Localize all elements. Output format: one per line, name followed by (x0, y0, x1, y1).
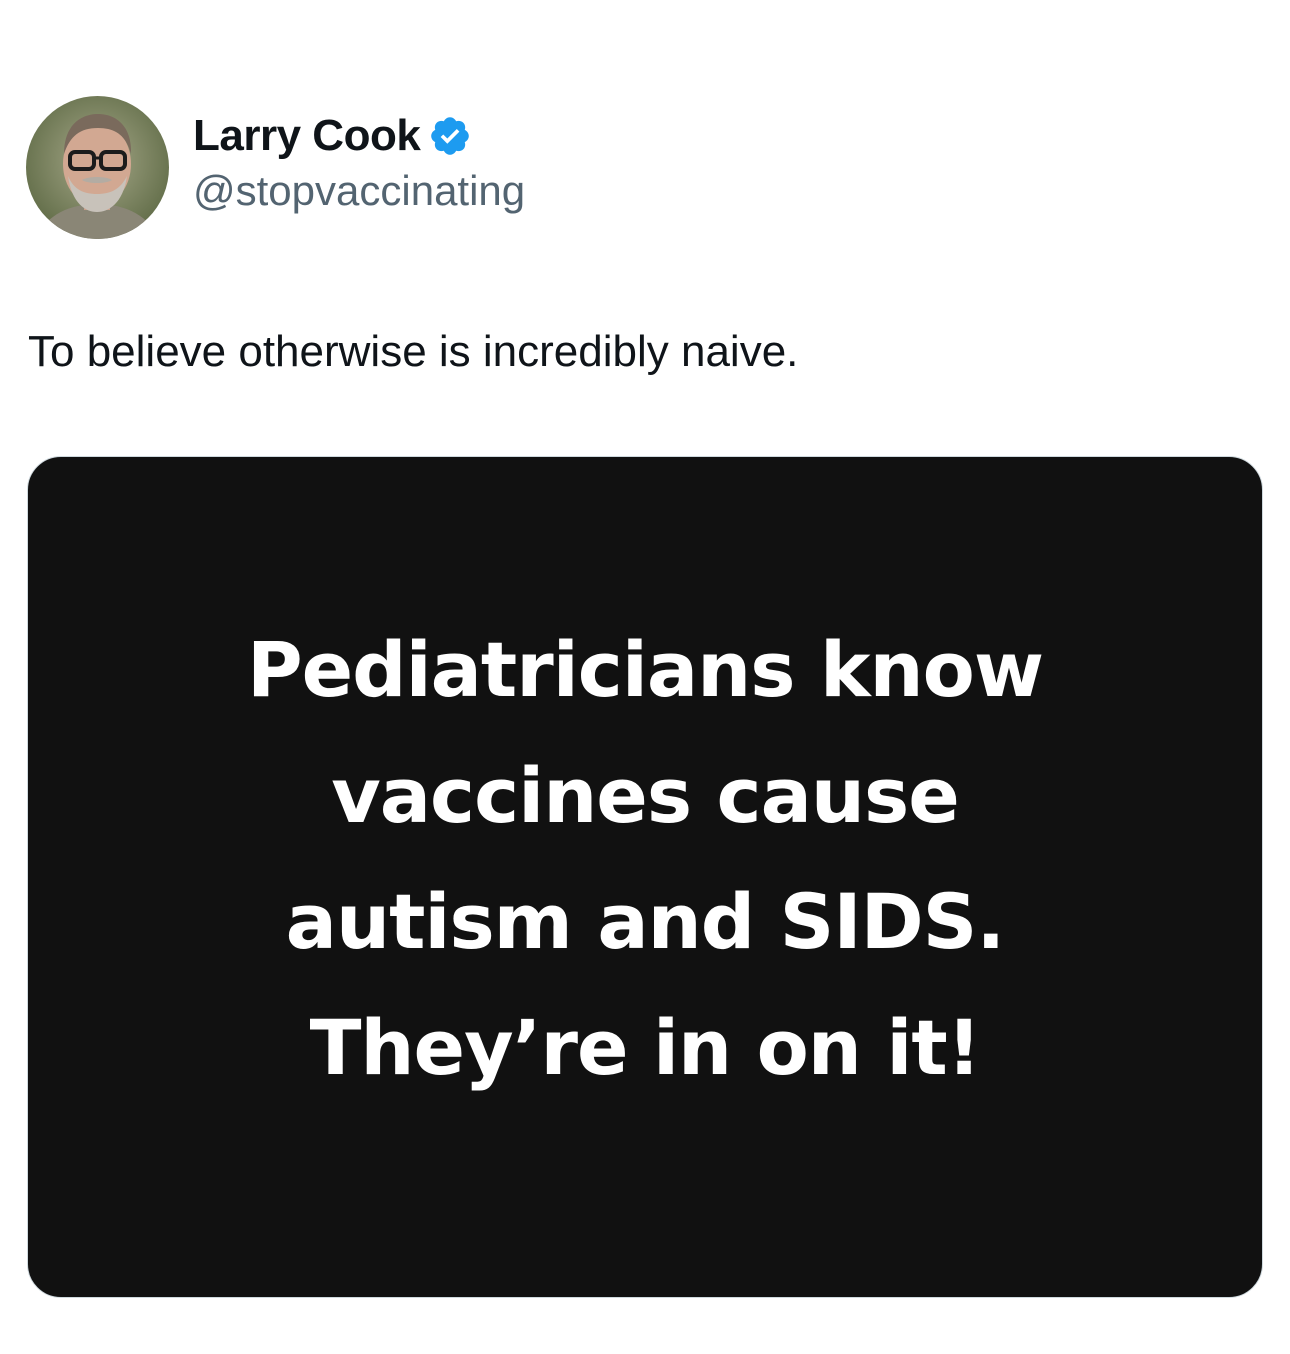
media-line: autism and SIDS. (285, 877, 1006, 966)
tweet: Larry Cook @stopvaccinating To believe o… (0, 0, 1290, 1354)
media-line: They’re in on it! (309, 1003, 982, 1092)
avatar[interactable] (26, 96, 169, 239)
tweet-header: Larry Cook @stopvaccinating (26, 96, 525, 239)
media-line: Pediatricians know (246, 625, 1044, 714)
tweet-text: To believe otherwise is incredibly naive… (28, 327, 799, 376)
author-display-name[interactable]: Larry Cook (193, 111, 421, 162)
verified-badge-icon[interactable] (428, 114, 472, 158)
media-caption: Pediatricians know vaccines cause autism… (246, 607, 1044, 1111)
tweet-media-image[interactable]: Pediatricians know vaccines cause autism… (27, 456, 1263, 1298)
author-identity: Larry Cook @stopvaccinating (193, 96, 525, 239)
author-handle[interactable]: @stopvaccinating (193, 166, 525, 216)
author-name-row: Larry Cook (193, 111, 525, 162)
media-line: vaccines cause (331, 751, 960, 840)
